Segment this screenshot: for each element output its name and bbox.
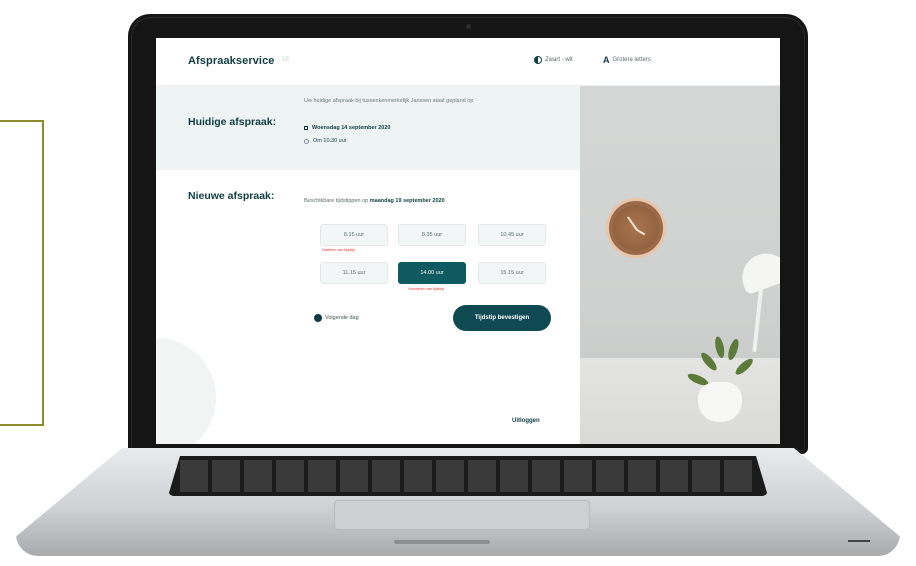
time-slot-1045[interactable]: 10.45 uur bbox=[478, 224, 546, 246]
confirm-time-button[interactable]: Tijdstip bevestigen bbox=[453, 305, 551, 331]
lamp-icon bbox=[735, 246, 780, 296]
time-slot-815[interactable]: 8.15 uur bbox=[320, 224, 388, 246]
calendar-icon bbox=[304, 126, 308, 130]
laptop-lid: Huidige afspraak: Uw huidige afspraak bi… bbox=[128, 14, 808, 454]
clock-icon bbox=[304, 138, 309, 144]
radio-icon bbox=[314, 314, 322, 322]
indicator-light bbox=[848, 540, 870, 542]
decorative-circle bbox=[156, 338, 216, 444]
current-time-label: Om 10.30 uur bbox=[313, 138, 347, 144]
clock-hand bbox=[627, 216, 638, 231]
time-slot-note: Voordelen van tijdstip bbox=[408, 287, 445, 291]
plant-pot bbox=[698, 382, 742, 422]
laptop-screen: Huidige afspraak: Uw huidige afspraak bi… bbox=[156, 38, 780, 444]
current-appointment-intro: Uw huidige afspraak bij tussenkenmerkeli… bbox=[304, 98, 474, 104]
trackpad bbox=[334, 500, 590, 530]
current-appointment-panel: Huidige afspraak: Uw huidige afspraak bi… bbox=[156, 86, 580, 170]
opening-notch bbox=[394, 540, 490, 544]
plant-leaf bbox=[713, 335, 726, 359]
laptop-mockup: Huidige afspraak: Uw huidige afspraak bi… bbox=[0, 0, 916, 566]
current-appointment-title: Huidige afspraak: bbox=[188, 116, 277, 128]
contrast-toggle[interactable]: Zwart - wit bbox=[534, 56, 573, 64]
appointment-app: Huidige afspraak: Uw huidige afspraak bi… bbox=[156, 38, 580, 444]
time-slot-note: Nadelen van tijdstip bbox=[322, 248, 356, 252]
clock-face bbox=[613, 205, 659, 251]
interior-photo bbox=[580, 86, 780, 444]
clock-hand bbox=[636, 229, 646, 236]
current-date-label: Woensdag 14 september 2020 bbox=[312, 125, 391, 131]
time-slot-1115[interactable]: 11.15 uur bbox=[320, 262, 388, 284]
current-appointment-time: Om 10.30 uur bbox=[304, 138, 347, 144]
available-date: maandag 19 september 2020 bbox=[369, 198, 445, 204]
font-size-icon: A bbox=[603, 55, 610, 65]
time-slot-1515[interactable]: 15.15 uur bbox=[478, 262, 546, 284]
keyboard bbox=[168, 456, 768, 496]
font-size-toggle[interactable]: A Grotere letters bbox=[603, 55, 651, 65]
font-size-label: Grotere letters bbox=[612, 57, 651, 63]
brand-title[interactable]: Afspraakservice bbox=[188, 55, 275, 67]
contrast-label: Zwart - wit bbox=[545, 57, 573, 63]
contrast-icon bbox=[534, 56, 542, 64]
brand-suffix: UI bbox=[282, 56, 289, 63]
available-times-heading: Beschikbare tijdstippen op maandag 19 se… bbox=[304, 198, 445, 204]
plant-leaf bbox=[726, 337, 741, 362]
plant-leaf bbox=[733, 356, 756, 377]
new-appointment-title: Nieuwe afspraak: bbox=[188, 190, 275, 202]
next-day-label: Volgende dag bbox=[325, 315, 359, 321]
plant-leaf bbox=[686, 371, 710, 388]
next-day-option[interactable]: Volgende dag bbox=[314, 314, 359, 322]
available-prefix: Beschikbare tijdstippen op bbox=[304, 198, 369, 204]
time-slot-835[interactable]: 8.35 uur bbox=[398, 224, 466, 246]
app-header: Afspraakservice UI Zwart - wit A Grotere… bbox=[156, 38, 780, 86]
logout-link[interactable]: Uitloggen bbox=[512, 418, 540, 424]
camera-icon bbox=[466, 24, 471, 29]
time-slot-1400-selected[interactable]: 14.00 uur bbox=[398, 262, 466, 284]
shelf bbox=[580, 358, 780, 444]
current-appointment-date: Woensdag 14 september 2020 bbox=[304, 125, 390, 131]
plant-leaf bbox=[698, 350, 720, 373]
decorative-frame bbox=[0, 120, 44, 426]
wall-clock-icon bbox=[606, 198, 666, 258]
lamp-arm bbox=[752, 281, 764, 353]
